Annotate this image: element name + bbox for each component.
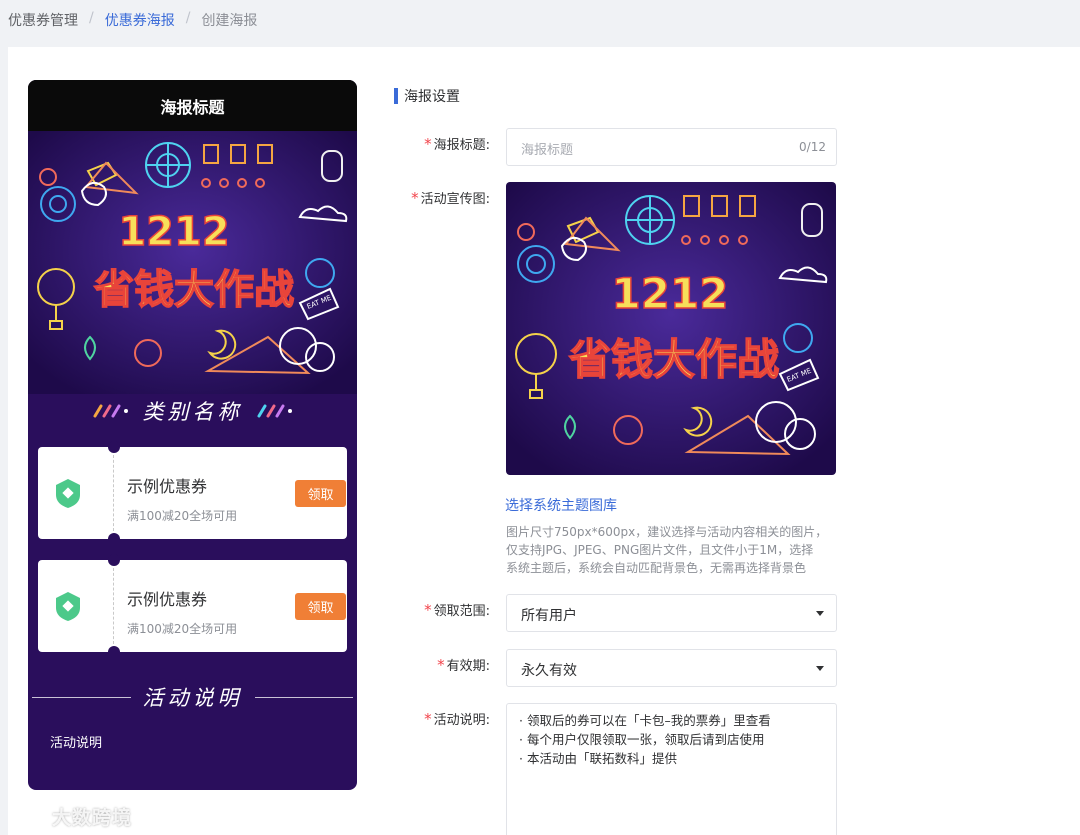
coupon-title: 示例优惠券	[127, 477, 208, 496]
required-mark: *	[424, 135, 432, 153]
chevron-down-icon	[816, 666, 824, 671]
description-line: · 领取后的券可以在「卡包–我的票券」里查看	[519, 713, 771, 728]
watermark-text: 大数跨境	[52, 807, 133, 829]
coupon-notch	[108, 533, 120, 545]
select-theme-gallery-link[interactable]: 选择系统主题图库	[505, 495, 617, 515]
description-label: * 活动说明:	[424, 710, 490, 728]
scope-label: * 领取范围:	[424, 601, 490, 619]
breadcrumb-separator: /	[89, 10, 94, 26]
breadcrumb-coupon-management[interactable]: 优惠券管理	[8, 10, 78, 30]
description-line: · 每个用户仅限领取一张，领取后请到店使用	[519, 732, 765, 747]
validity-selected-value: 永久有效	[521, 663, 577, 679]
promo-line2: 省钱大作战	[569, 335, 779, 384]
claim-button[interactable]: 领取	[295, 480, 346, 507]
banner-line1: 1212	[118, 209, 229, 255]
decor-stripes-icon	[93, 404, 128, 418]
poster-title-input[interactable]: 海报标题 0/12	[506, 128, 837, 166]
breadcrumb: 优惠券管理 / 优惠券海报 / 创建海报	[8, 10, 257, 30]
coupon-notch	[108, 441, 120, 453]
neon-banner-graphic: 1212 省钱大作战 EAT ME	[28, 131, 357, 394]
promo-image-upload[interactable]: 1212 省钱大作战 EAT ME	[506, 182, 836, 475]
poster-title-placeholder: 海报标题	[521, 143, 574, 158]
coupon-card: 示例优惠券 满100减20全场可用 领取	[38, 441, 347, 545]
chevron-down-icon	[816, 611, 824, 616]
poster-activity-title: 活动说明	[142, 686, 243, 710]
char-counter: 0/12	[799, 140, 826, 154]
required-mark: *	[411, 189, 419, 207]
coupon-title: 示例优惠券	[127, 590, 208, 609]
coupon-divider	[113, 568, 114, 644]
section-title: 海报设置	[394, 87, 460, 105]
coupon-shield-icon	[56, 479, 80, 508]
poster-activity-text: 活动说明	[50, 736, 103, 751]
scope-selected-value: 所有用户	[521, 608, 577, 624]
image-upload-hint: 图片尺寸750px*600px，建议选择与活动内容相关的图片， 仅支持JPG、J…	[506, 525, 828, 575]
poster-category-heading: 类别名称	[28, 394, 357, 428]
divider-line	[32, 696, 131, 698]
coupon-desc: 满100减20全场可用	[127, 509, 238, 523]
validity-select[interactable]: 永久有效	[506, 649, 837, 687]
banner-line2: 省钱大作战	[94, 267, 294, 313]
description-line: · 本活动由「联拓数科」提供	[519, 751, 677, 766]
validity-label: * 有效期:	[437, 656, 490, 674]
decor-stripes-icon	[257, 404, 292, 418]
poster-header: 海报标题	[28, 80, 357, 131]
scope-select[interactable]: 所有用户	[506, 594, 837, 632]
breadcrumb-coupon-poster[interactable]: 优惠券海报	[105, 10, 175, 30]
title-label: * 海报标题:	[424, 135, 490, 153]
section-title-text: 海报设置	[404, 89, 460, 105]
watermark: 大数跨境	[10, 803, 132, 830]
coupon-card: 示例优惠券 满100减20全场可用 领取	[38, 554, 347, 658]
section-accent-bar	[394, 88, 398, 104]
coupon-notch	[108, 646, 120, 658]
poster-header-title: 海报标题	[160, 97, 225, 117]
poster-settings-panel: 海报设置 * 海报标题: 海报标题 0/12 * 活动宣传图: 1212 省钱大…	[378, 68, 1080, 835]
divider-line	[254, 696, 353, 698]
coupon-notch	[108, 554, 120, 566]
coupon-desc: 满100减20全场可用	[127, 622, 238, 636]
claim-button[interactable]: 领取	[295, 593, 346, 620]
coupon-divider	[113, 455, 114, 531]
coupon-shield-icon	[56, 592, 80, 621]
breadcrumb-separator: /	[185, 10, 191, 26]
required-mark: *	[424, 601, 432, 619]
watermark-logo-icon	[11, 807, 47, 825]
poster-preview: 海报标题 1212 省钱大作战 EAT ME 类别名称 示例优惠券 满100减2…	[28, 80, 357, 790]
promo-line1: 1212	[612, 269, 729, 318]
required-mark: *	[424, 710, 432, 728]
activity-description-textarea[interactable]: · 领取后的券可以在「卡包–我的票券」里查看 · 每个用户仅限领取一张，领取后请…	[506, 703, 837, 835]
promo-image-label: * 活动宣传图:	[411, 189, 490, 207]
poster-category-title: 类别名称	[142, 400, 243, 424]
promo-image-graphic: 1212 省钱大作战 EAT ME	[506, 182, 836, 475]
poster-banner-image: 1212 省钱大作战 EAT ME	[28, 131, 357, 394]
poster-activity-heading: 活动说明	[28, 680, 357, 714]
breadcrumb-create-poster: 创建海报	[201, 13, 258, 29]
required-mark: *	[437, 656, 445, 674]
